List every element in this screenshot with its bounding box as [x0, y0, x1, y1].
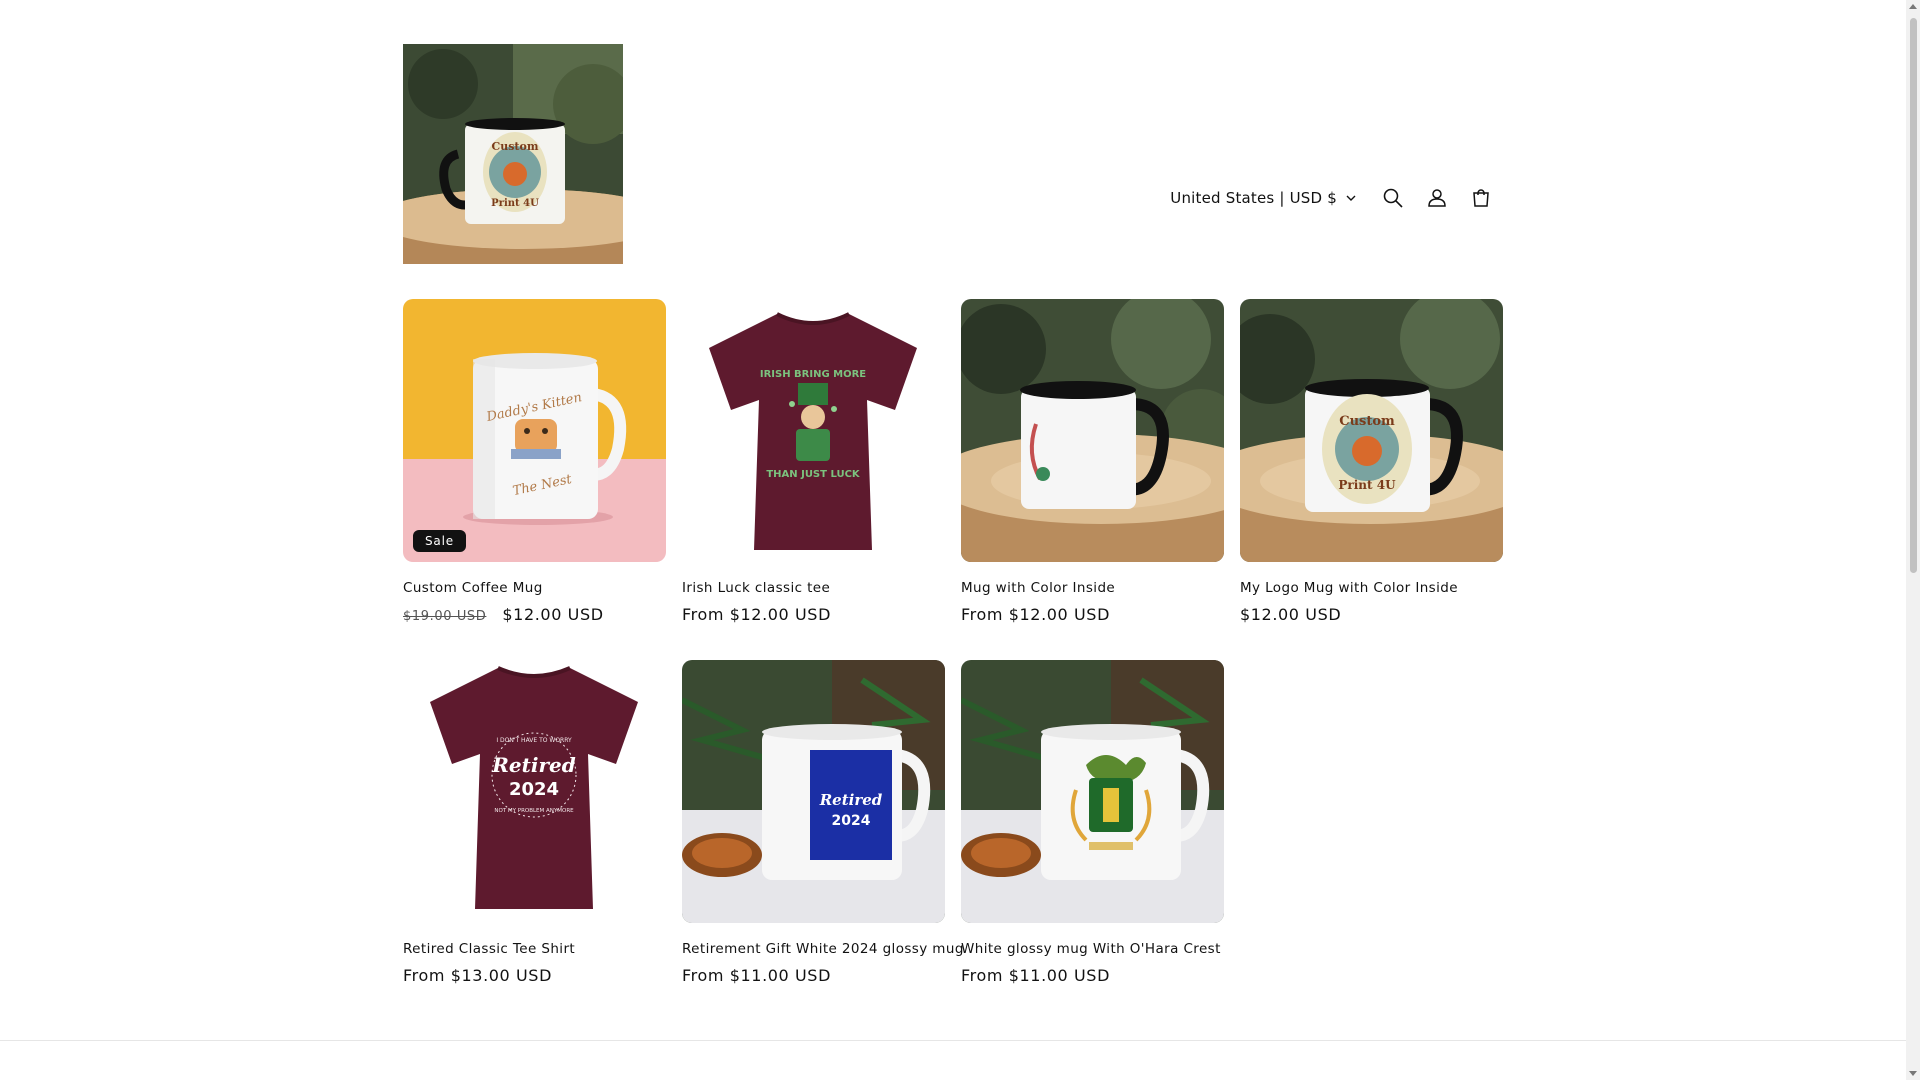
- account-icon: [1428, 189, 1446, 207]
- cart-icon: [1473, 189, 1489, 207]
- shirt-text-arc-top: I DON'T HAVE TO WORRY: [496, 737, 572, 744]
- shirt-text-year: 2024: [509, 779, 559, 800]
- shirt-text-arc-bottom: NOT MY PROBLEM ANYMORE: [494, 808, 574, 814]
- shirt-text-retired: Retired: [491, 753, 575, 777]
- scrollbar-thumb[interactable]: [1910, 18, 1917, 573]
- product-title[interactable]: My Logo Mug with Color Inside: [1240, 580, 1503, 596]
- product-image[interactable]: Retired 2024: [682, 660, 945, 923]
- page-scrollbar[interactable]: [1906, 0, 1920, 1080]
- search-icon: [1383, 188, 1403, 208]
- compare-at-price: $19.00 USD: [403, 609, 487, 624]
- cart-button[interactable]: [1459, 176, 1503, 220]
- product-title[interactable]: Custom Coffee Mug: [403, 580, 666, 596]
- product-image[interactable]: IRISH BRING MORE THAN JUST LUCK: [682, 299, 945, 562]
- product-title[interactable]: Retired Classic Tee Shirt: [403, 941, 666, 957]
- store-logo[interactable]: Custom Print 4U: [403, 44, 623, 264]
- product-card[interactable]: White glossy mug With O'Hara Crest From …: [961, 660, 1224, 985]
- product-image[interactable]: Daddy's Kitten The Nest Sale: [403, 299, 666, 562]
- product-price: From $12.00 USD: [961, 605, 1224, 624]
- price: From $11.00 USD: [961, 966, 1110, 985]
- search-button[interactable]: [1371, 176, 1415, 220]
- account-button[interactable]: [1415, 176, 1459, 220]
- shirt-text-top: IRISH BRING MORE: [760, 369, 866, 380]
- product-card[interactable]: Daddy's Kitten The Nest Sale Custom Coff…: [403, 299, 666, 624]
- price: From $12.00 USD: [682, 605, 831, 624]
- product-card[interactable]: Custom Print 4U My Logo Mug with Color I…: [1240, 299, 1503, 624]
- product-price: From $13.00 USD: [403, 966, 666, 985]
- product-card[interactable]: Mug with Color Inside From $12.00 USD: [961, 299, 1224, 624]
- mug-text-retired: Retired: [819, 791, 883, 809]
- scroll-down-arrow-icon[interactable]: [1909, 1071, 1917, 1076]
- product-card[interactable]: IRISH BRING MORE THAN JUST LUCK Irish Lu…: [682, 299, 945, 624]
- product-title[interactable]: Retirement Gift White 2024 glossy mug: [682, 941, 963, 957]
- scroll-up-arrow-icon[interactable]: [1909, 4, 1917, 9]
- product-image[interactable]: Custom Print 4U: [1240, 299, 1503, 562]
- product-price: From $11.00 USD: [682, 966, 945, 985]
- mug-text-bottom: Print 4U: [1338, 478, 1396, 492]
- product-image[interactable]: [961, 660, 1224, 923]
- product-title[interactable]: Irish Luck classic tee: [682, 580, 945, 596]
- product-image[interactable]: [961, 299, 1224, 562]
- price: From $11.00 USD: [682, 966, 831, 985]
- sale-badge: Sale: [413, 530, 466, 552]
- product-card[interactable]: Retired 2024 Retirement Gift White 2024 …: [682, 660, 963, 985]
- price: $12.00 USD: [1240, 605, 1342, 624]
- logo-text-bottom: Print 4U: [491, 198, 539, 209]
- product-price: $12.00 USD: [1240, 605, 1503, 624]
- product-card[interactable]: I DON'T HAVE TO WORRY Retired 2024 NOT M…: [403, 660, 666, 985]
- sale-price: $12.00 USD: [502, 605, 604, 624]
- price: From $12.00 USD: [961, 605, 1110, 624]
- product-image[interactable]: I DON'T HAVE TO WORRY Retired 2024 NOT M…: [403, 660, 666, 923]
- country-selector[interactable]: United States | USD $: [1170, 189, 1357, 207]
- product-title[interactable]: Mug with Color Inside: [961, 580, 1224, 596]
- logo-text-top: Custom: [491, 140, 538, 153]
- header-tools: United States | USD $: [1170, 178, 1503, 218]
- product-price: $19.00 USD $12.00 USD: [403, 605, 666, 624]
- price: From $13.00 USD: [403, 966, 552, 985]
- mug-text-top: Custom: [1339, 414, 1395, 429]
- product-price: From $12.00 USD: [682, 605, 945, 624]
- product-title[interactable]: White glossy mug With O'Hara Crest: [961, 941, 1224, 957]
- product-price: From $11.00 USD: [961, 966, 1224, 985]
- country-selector-label: United States | USD $: [1170, 189, 1337, 207]
- chevron-down-icon: [1346, 195, 1356, 201]
- mug-text-year: 2024: [832, 813, 871, 829]
- site-header: Custom Print 4U United States | USD $: [403, 44, 1503, 264]
- shirt-text-bottom: THAN JUST LUCK: [766, 469, 861, 480]
- footer-divider: [0, 1040, 1906, 1041]
